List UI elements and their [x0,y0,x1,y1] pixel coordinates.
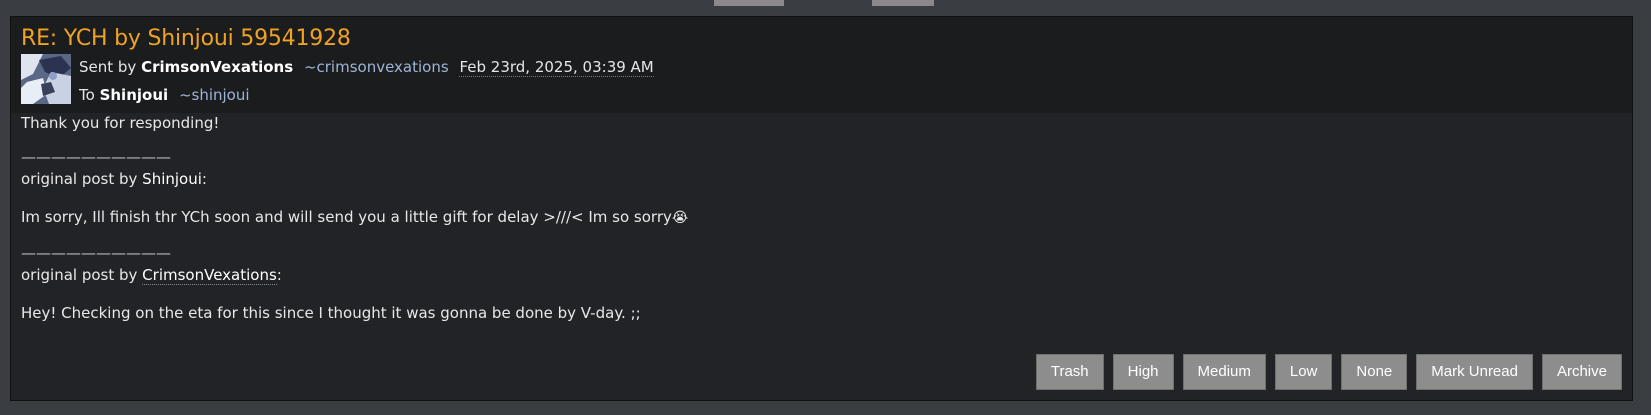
sent-by-prefix: Sent by [79,58,137,76]
top-tab-left[interactable] [714,0,784,6]
quoted-text-line: Im sorry, Ill finish thr YCh soon and wi… [21,207,688,228]
recipient-handle-link[interactable]: ~shinjoui [179,86,250,104]
message-header: RE: YCH by Shinjoui 59541928 Sent by Cri… [11,17,1632,113]
quote-user-link[interactable]: Shinjoui [142,170,202,188]
message-panel: RE: YCH by Shinjoui 59541928 Sent by Cri… [10,16,1633,401]
quoted-text: Hey! Checking on the eta for this since … [21,304,641,322]
quote-divider: —————————— [21,244,171,262]
quote-suffix: : [201,170,207,188]
quote-suffix: : [276,266,282,284]
message-date: Feb 23rd, 2025, 03:39 AM [459,58,654,77]
quote-prefix: original post by [21,170,143,188]
avatar[interactable] [21,54,71,104]
quote-attribution: original post by Shinjoui: [21,169,207,189]
priority-medium-button[interactable]: Medium [1182,354,1266,390]
quote-divider: —————————— [21,148,171,166]
trash-button[interactable]: Trash [1035,354,1104,390]
quote-attribution: original post by CrimsonVexations: [21,265,282,285]
recipient-name-link[interactable]: Shinjoui [100,86,169,104]
quote-prefix: original post by [21,266,143,284]
to-prefix: To [79,86,95,104]
sender-handle-link[interactable]: ~crimsonvexations [304,58,449,76]
archive-button[interactable]: Archive [1541,354,1622,390]
avatar-image-icon [21,54,71,104]
priority-low-button[interactable]: Low [1274,354,1333,390]
mark-unread-button[interactable]: Mark Unread [1416,354,1533,390]
quoted-text: Im sorry, Ill finish thr YCh soon and wi… [21,208,672,226]
crying-face-icon: 😭 [671,210,689,226]
message-actions: Trash High Medium Low None Mark Unread A… [1035,354,1622,390]
recipient-line: To Shinjoui ~shinjoui [79,85,250,105]
top-tab-right[interactable] [872,0,934,6]
quote-user-link[interactable]: CrimsonVexations [142,266,277,285]
priority-none-button[interactable]: None [1341,354,1408,390]
top-tab-strip [0,0,1651,6]
body-text-line: Thank you for responding! [21,114,220,132]
message-title[interactable]: RE: YCH by Shinjoui 59541928 [21,26,351,52]
sent-by-line: Sent by CrimsonVexations ~crimsonvexatio… [79,57,654,77]
sender-name-link[interactable]: CrimsonVexations [141,58,293,76]
priority-high-button[interactable]: High [1112,354,1174,390]
